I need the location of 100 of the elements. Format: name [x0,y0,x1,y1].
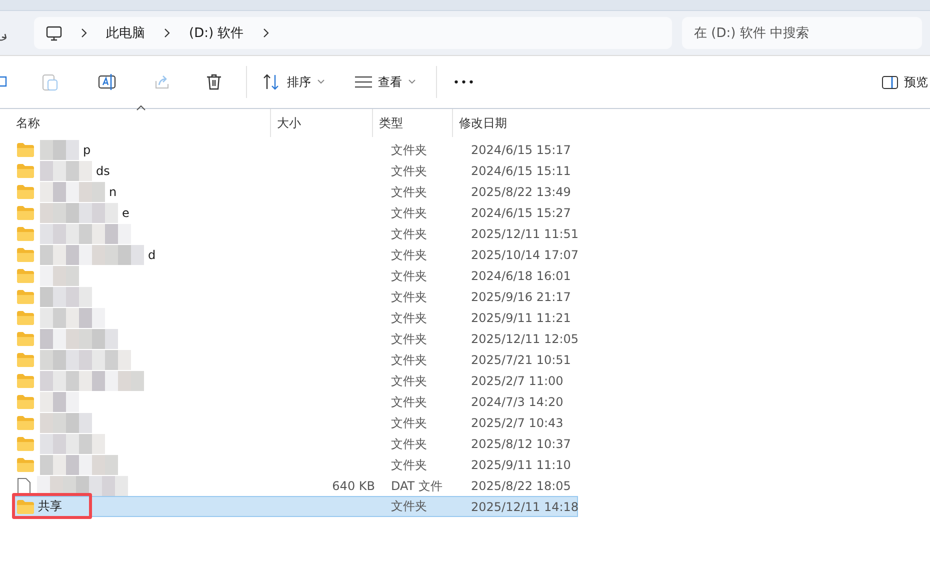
folder-icon [17,353,34,367]
modified-date: 2024/6/15 15:17 [471,143,571,157]
file-type: 文件夹 [391,206,427,220]
sort-button[interactable]: 排序 [255,70,333,94]
file-type: 文件夹 [391,374,427,388]
file-row[interactable]: 文件夹 2025/9/11 11:21 [12,307,578,328]
sort-caret-icon [136,105,146,111]
modified-date: 2024/7/3 14:20 [471,395,564,409]
column-header[interactable]: 修改日期 [452,109,581,137]
column-header[interactable]: 大小 [270,109,372,137]
folder-icon [17,185,34,199]
file-type: 文件夹 [391,394,427,408]
file-row[interactable]: 文件夹 2025/12/11 12:05 [12,328,578,349]
modified-date: 2025/12/11 14:18 [471,500,579,514]
folder-icon [17,332,34,346]
file-row[interactable]: 文件夹 2024/6/18 16:01 [12,265,578,286]
column-header[interactable]: 名称 [0,109,270,137]
more-button[interactable]: ••• [445,72,484,92]
modified-date: 2025/12/11 11:51 [471,227,579,241]
file-type: 文件夹 [391,332,427,346]
file-type: 文件夹 [391,310,427,324]
trash-icon[interactable] [206,73,222,91]
chevron-icon[interactable] [262,28,270,38]
folder-icon [17,458,34,472]
chevron-icon[interactable] [163,28,171,38]
computer-icon [46,26,62,40]
file-type: 文件夹 [391,458,427,472]
modified-date: 2025/9/16 21:17 [471,290,571,304]
search-field[interactable]: 在 (D:) 软件 中搜索 [682,17,922,49]
address-bar[interactable]: 此电脑 (D:) 软件 [34,17,672,49]
modified-date: 2025/2/7 11:00 [471,374,564,388]
modified-date: 2024/6/15 15:11 [471,164,571,178]
modified-date: 2025/7/21 10:51 [471,353,571,367]
file-type: 文件夹 [391,352,427,366]
file-row[interactable]: ds 文件夹 2024/6/15 15:11 [12,160,578,181]
breadcrumb-item[interactable]: 此电脑 [106,24,145,42]
modified-date: 2024/6/15 15:27 [471,206,571,220]
file-row[interactable]: 文件夹 2025/9/11 11:10 [12,454,578,475]
preview-button[interactable]: 预览 [874,70,930,94]
file-type: 文件夹 [391,142,427,156]
file-type: 文件夹 [391,248,427,262]
file-name: ds [96,164,110,178]
modified-date: 2025/8/22 13:49 [471,185,571,199]
modified-date: 2025/9/11 11:10 [471,458,571,472]
folder-icon [17,164,34,178]
file-row[interactable]: d 文件夹 2025/10/14 17:07 [12,244,578,265]
file-row[interactable]: 文件夹 2025/2/7 11:00 [12,370,578,391]
file-row[interactable]: 文件夹 2025/12/11 11:51 [12,223,578,244]
folder-icon [17,416,34,430]
sort-icon [263,74,281,90]
file-name: 共享 [38,498,62,515]
folder-icon [17,143,34,157]
file-type: 文件夹 [391,290,427,304]
caret-icon [408,79,416,85]
file-row[interactable]: p 文件夹 2024/6/15 15:17 [12,139,578,160]
file-type: 文件夹 [391,436,427,450]
preview-pane-icon [882,76,898,88]
modified-date: 2025/12/11 12:05 [471,332,579,346]
column-header[interactable]: 类型 [372,109,452,137]
view-button[interactable]: 查看 [347,70,424,94]
file-size: 640 KB [332,479,375,493]
file-row[interactable]: 文件夹 2025/9/16 21:17 [12,286,578,307]
list-icon [355,76,372,88]
file-type: 文件夹 [391,268,427,282]
file-row[interactable]: n 文件夹 2025/8/22 13:49 [12,181,578,202]
modified-date: 2024/6/18 16:01 [471,269,571,283]
folder-icon [17,500,34,514]
file-type: DAT 文件 [391,478,442,492]
modified-date: 2025/2/7 10:43 [471,416,564,430]
folder-icon [17,206,34,220]
file-type: 文件夹 [391,164,427,178]
breadcrumb-item[interactable]: (D:) 软件 [189,24,244,42]
modified-date: 2025/8/12 10:37 [471,437,571,451]
file-row[interactable]: e 文件夹 2024/6/15 15:27 [12,202,578,223]
modified-date: 2025/10/14 17:07 [471,248,579,262]
folder-icon [17,290,34,304]
folder-icon [17,311,34,325]
file-type: 文件夹 [391,416,427,430]
file-icon [17,478,31,494]
folder-icon [17,248,34,262]
folder-icon [17,269,34,283]
chevron-icon[interactable] [80,28,88,38]
rename-icon[interactable] [98,73,116,91]
file-row[interactable]: 文件夹 2024/7/3 14:20 [12,391,578,412]
file-type: 文件夹 [391,226,427,240]
file-name: d [148,248,156,262]
file-row[interactable]: 文件夹 2025/7/21 10:51 [12,349,578,370]
file-type: 文件夹 [391,499,427,513]
folder-icon [17,395,34,409]
modified-date: 2025/9/11 11:21 [471,311,571,325]
file-row[interactable]: 文件夹 2025/2/7 10:43 [12,412,578,433]
caret-icon [317,79,325,85]
folder-icon [17,227,34,241]
folder-icon [17,374,34,388]
file-row[interactable]: 文件夹 2025/8/12 10:37 [12,433,578,454]
file-name: p [83,143,91,157]
modified-date: 2025/8/22 18:05 [471,479,571,493]
file-row[interactable]: 640 KB DAT 文件 2025/8/22 18:05 [12,475,578,496]
file-type: 文件夹 [391,184,427,198]
file-row[interactable]: 共享 文件夹 2025/12/11 14:18 [12,496,578,517]
